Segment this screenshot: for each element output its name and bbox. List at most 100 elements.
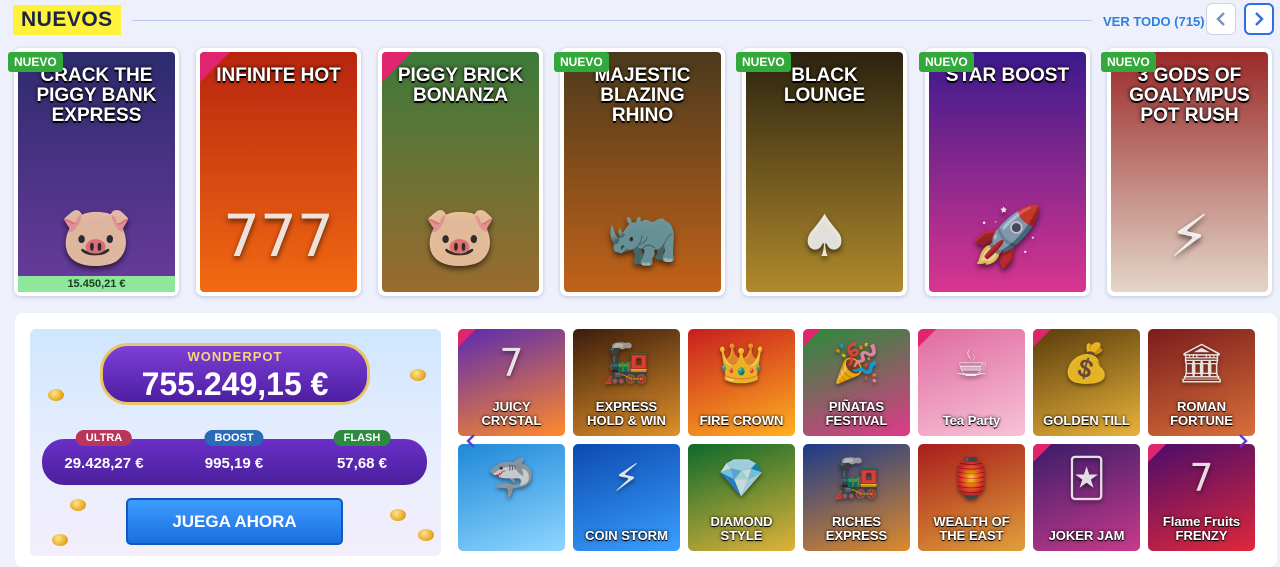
tier-value: 29.428,27 € [64, 455, 144, 472]
game-art-icon: 777 [223, 202, 334, 270]
section-header: NUEVOS VER TODO (715) [0, 0, 1280, 44]
new-badge: NUEVO [919, 52, 974, 72]
game-thumbnail[interactable]: MAJESTIC BLAZING RHINO 🦏 [564, 52, 721, 292]
exclusive-ribbon [382, 52, 412, 82]
exclusive-ribbon [1033, 329, 1051, 347]
game-art-icon: 🦏 [606, 202, 679, 270]
tier-value: 995,19 € [204, 455, 264, 472]
chevron-right-icon [1239, 434, 1248, 448]
game-thumbnail[interactable]: CRACK THE PIGGY BANK EXPRESS 🐷 [18, 52, 175, 292]
game-card[interactable]: MAJESTIC BLAZING RHINO 🦏 NUEVO [554, 48, 725, 296]
game-title: EXPRESS HOLD & WIN [587, 399, 666, 428]
tier-flash: FLASH 57,68 € [302, 430, 422, 485]
game-tile[interactable]: 👑 FIRE CROWN [688, 329, 795, 436]
game-tile[interactable]: 💎 DIAMOND STYLE [688, 444, 795, 551]
game-card[interactable]: INFINITE HOT 777 [196, 48, 361, 296]
game-title: Tea Party [942, 413, 1001, 428]
exclusive-ribbon [1033, 444, 1051, 462]
game-tile[interactable]: 🏛 ROMAN FORTUNE [1148, 329, 1255, 436]
game-tile[interactable]: 🃏 JOKER JAM [1033, 444, 1140, 551]
game-tile[interactable]: ☕ Tea Party [918, 329, 1025, 436]
grid-prev-button[interactable] [466, 433, 476, 449]
game-art-icon: 🚂 [832, 456, 881, 500]
game-thumbnail[interactable]: 3 GODS OF GOALYMPUS POT RUSH ⚡ [1111, 52, 1268, 292]
exclusive-ribbon [1148, 444, 1166, 462]
game-art-icon: 🦈 [487, 456, 536, 500]
exclusive-ribbon [200, 52, 230, 82]
game-card[interactable]: 3 GODS OF GOALYMPUS POT RUSH ⚡ NUEVO [1101, 48, 1272, 296]
game-tile[interactable]: 🎉 PIÑATAS FESTIVAL [803, 329, 910, 436]
game-title: FIRE CROWN [699, 413, 784, 428]
game-title: 3 GODS OF GOALYMPUS POT RUSH [1129, 65, 1250, 126]
game-thumbnail[interactable]: INFINITE HOT 777 [200, 52, 357, 292]
game-tile[interactable]: 🚂 EXPRESS HOLD & WIN [573, 329, 680, 436]
game-title: GOLDEN TILL [1043, 413, 1130, 428]
section-title: NUEVOS [13, 5, 121, 35]
view-all-link[interactable]: VER TODO (715) [1103, 12, 1205, 32]
exclusive-ribbon [458, 329, 476, 347]
play-now-button[interactable]: JUEGA AHORA [126, 498, 343, 545]
game-title: COIN STORM [585, 528, 668, 543]
game-tile[interactable]: ⚡ COIN STORM [573, 444, 680, 551]
game-title: JOKER JAM [1048, 528, 1125, 543]
tier-label: FLASH [333, 430, 391, 446]
exclusive-ribbon [918, 329, 936, 347]
game-tile[interactable]: 7 JUICY CRYSTAL [458, 329, 565, 436]
game-card[interactable]: STAR BOOST 🚀 NUEVO [919, 48, 1090, 296]
game-art-icon: 7 [499, 341, 524, 385]
game-art-icon: 🏮 [947, 456, 996, 500]
game-thumbnail[interactable]: BLACK LOUNGE ♠ [746, 52, 903, 292]
game-title: RICHES EXPRESS [825, 514, 888, 543]
game-tile[interactable]: 💰 GOLDEN TILL [1033, 329, 1140, 436]
game-card[interactable]: CRACK THE PIGGY BANK EXPRESS 🐷 NUEVO 15.450… [8, 48, 179, 296]
game-art-icon: 👑 [717, 341, 766, 385]
game-art-icon: 🐷 [60, 202, 133, 270]
chevron-left-icon [466, 434, 475, 448]
game-title: WEALTH OF THE EAST [933, 514, 1010, 543]
tier-boost: BOOST 995,19 € [174, 430, 294, 485]
wonderpot-main-jackpot: WONDERPOT 755.249,15 € [100, 343, 370, 405]
game-tile[interactable]: 🏮 WEALTH OF THE EAST [918, 444, 1025, 551]
game-title: PIÑATAS FESTIVAL [825, 399, 888, 428]
game-art-icon: 🏛 [1177, 341, 1226, 385]
game-art-icon: 🚀 [971, 202, 1044, 270]
jackpot-amount: 15.450,21 € [18, 276, 175, 292]
wonderpot-banner: WONDERPOT 755.249,15 € ULTRA 29.428,27 €… [30, 329, 441, 556]
game-thumbnail[interactable]: STAR BOOST 🚀 [929, 52, 1086, 292]
grid-next-button[interactable] [1238, 433, 1248, 449]
game-title: CRACK THE PIGGY BANK EXPRESS [36, 65, 157, 126]
game-tile[interactable]: 🚂 RICHES EXPRESS [803, 444, 910, 551]
game-art-icon: 🚂 [602, 341, 651, 385]
game-thumbnail[interactable]: PIGGY BRICK BONANZA 🐷 [382, 52, 539, 292]
game-art-icon: 7 [1189, 456, 1214, 500]
game-title: MAJESTIC BLAZING RHINO [594, 65, 691, 126]
game-art-icon: ⚡ [613, 456, 640, 500]
chevron-right-icon [1255, 12, 1264, 26]
chevron-left-icon [1216, 12, 1225, 26]
game-tile[interactable]: 7 Flame Fruits FRENZY [1148, 444, 1255, 551]
carousel-next-button[interactable] [1244, 3, 1274, 35]
game-art-icon: 🎉 [832, 341, 881, 385]
game-art-icon: ⚡ [1169, 202, 1210, 270]
exclusive-ribbon [803, 329, 821, 347]
game-art-icon: ♠ [798, 202, 851, 270]
wonderpot-amount: 755.249,15 € [141, 366, 329, 402]
carousel-prev-button[interactable] [1206, 3, 1236, 35]
game-art-icon: 🃏 [1067, 456, 1106, 500]
tier-value: 57,68 € [336, 455, 388, 472]
game-art-icon: 💰 [1062, 341, 1111, 385]
game-card[interactable]: PIGGY BRICK BONANZA 🐷 [378, 48, 543, 296]
wonderpot-tiers: ULTRA 29.428,27 € BOOST 995,19 € FLASH 5… [42, 430, 427, 485]
lower-panel: WONDERPOT 755.249,15 € ULTRA 29.428,27 €… [15, 313, 1277, 567]
tier-label: BOOST [204, 430, 264, 446]
game-title: DIAMOND STYLE [710, 514, 773, 543]
game-tile[interactable]: 🦈 [458, 444, 565, 551]
game-title: ROMAN FORTUNE [1170, 399, 1233, 428]
game-title: Flame Fruits FRENZY [1162, 514, 1241, 543]
game-art-icon: 💎 [717, 456, 766, 500]
game-card[interactable]: BLACK LOUNGE ♠ NUEVO [736, 48, 907, 296]
new-badge: NUEVO [736, 52, 791, 72]
game-title: BLACK LOUNGE [783, 65, 866, 106]
new-badge: NUEVO [554, 52, 609, 72]
tier-ultra: ULTRA 29.428,27 € [44, 430, 164, 485]
